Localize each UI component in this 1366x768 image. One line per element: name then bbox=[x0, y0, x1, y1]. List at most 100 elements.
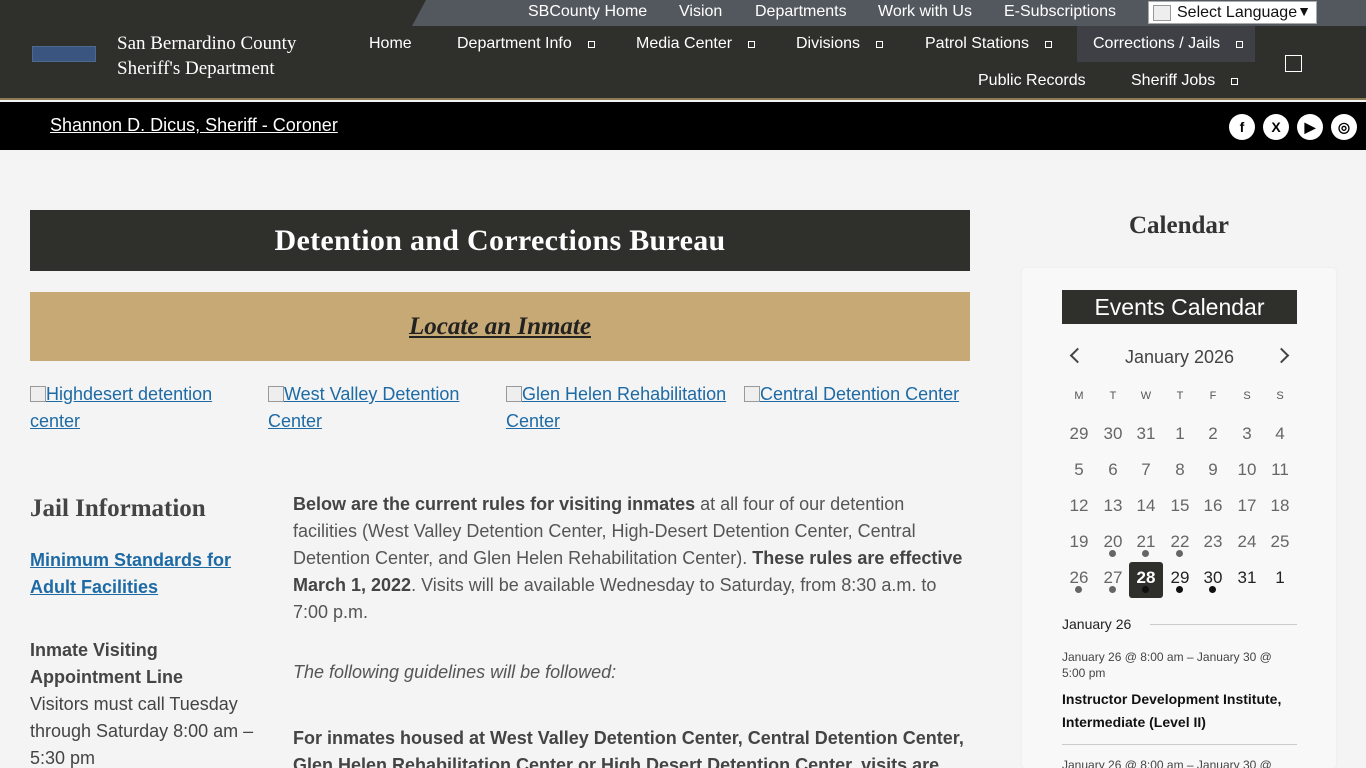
sheriff-logo[interactable] bbox=[32, 46, 96, 62]
calendar-day[interactable]: 4 bbox=[1263, 418, 1297, 454]
calendar-day[interactable]: 1 bbox=[1163, 418, 1197, 454]
day-number: 1 bbox=[1275, 568, 1285, 587]
calendar-day[interactable]: 30 bbox=[1096, 418, 1130, 454]
calendar-day[interactable]: 25 bbox=[1263, 526, 1297, 562]
facility-label: Glen Helen Rehabilitation Center bbox=[506, 384, 727, 431]
sbcounty-home-link[interactable]: SBCounty Home bbox=[528, 3, 647, 21]
nav-public-records[interactable]: Public Records bbox=[978, 63, 1086, 99]
day-number: 20 bbox=[1103, 532, 1123, 551]
nav-home[interactable]: Home bbox=[369, 26, 412, 62]
submenu-caret-icon[interactable] bbox=[876, 40, 884, 48]
event-title-link[interactable]: Instructor Development Institute, Interm… bbox=[1062, 688, 1297, 734]
calendar-day[interactable]: 7 bbox=[1129, 454, 1163, 490]
calendar-day[interactable]: 14 bbox=[1129, 490, 1163, 526]
calendar-day[interactable]: 20 bbox=[1096, 526, 1130, 562]
calendar-day[interactable]: 8 bbox=[1163, 454, 1197, 490]
nav-label: Patrol Stations bbox=[925, 35, 1030, 52]
nav-label: Public Records bbox=[978, 72, 1086, 89]
language-select[interactable]: Select Language ▼ bbox=[1148, 1, 1317, 24]
facebook-icon[interactable]: f bbox=[1229, 114, 1255, 140]
calendar-day[interactable]: 21 bbox=[1129, 526, 1163, 562]
day-number: 16 bbox=[1203, 496, 1223, 515]
submenu-caret-icon[interactable] bbox=[748, 40, 756, 48]
youtube-icon[interactable]: ▶ bbox=[1297, 114, 1323, 140]
day-number: 9 bbox=[1208, 460, 1218, 479]
calendar-day-today[interactable]: 28 bbox=[1129, 562, 1163, 598]
site-name[interactable]: San Bernardino County Sheriff's Departme… bbox=[117, 31, 337, 81]
day-number: 23 bbox=[1203, 532, 1223, 551]
language-select-label: Select Language bbox=[1177, 3, 1298, 21]
minimum-standards-link[interactable]: Minimum Standards for Adult Facilities bbox=[30, 547, 250, 601]
weekday-label: M bbox=[1074, 390, 1084, 402]
calendar-day[interactable]: 31 bbox=[1230, 562, 1264, 598]
event-indicator-dot bbox=[1075, 586, 1082, 593]
weekday-label: S bbox=[1276, 390, 1284, 402]
nav-patrol-stations[interactable]: Patrol Stations bbox=[925, 26, 1053, 62]
divider bbox=[1062, 744, 1297, 745]
calendar-day[interactable]: 24 bbox=[1230, 526, 1264, 562]
calendar-day[interactable]: 27 bbox=[1096, 562, 1130, 598]
sheriff-link[interactable]: Shannon D. Dicus, Sheriff - Coroner bbox=[50, 115, 338, 136]
submenu-caret-icon[interactable] bbox=[1231, 77, 1239, 85]
nav-label: Media Center bbox=[636, 35, 733, 52]
calendar-day[interactable]: 10 bbox=[1230, 454, 1264, 490]
calendar-day[interactable]: 12 bbox=[1062, 490, 1096, 526]
calendar-day[interactable]: 23 bbox=[1196, 526, 1230, 562]
calendar-day[interactable]: 16 bbox=[1196, 490, 1230, 526]
day-number: 24 bbox=[1237, 532, 1257, 551]
work-with-us-link[interactable]: Work with Us bbox=[878, 3, 972, 21]
day-number: 5 bbox=[1074, 460, 1084, 479]
calendar-day[interactable]: 1 bbox=[1263, 562, 1297, 598]
departments-link[interactable]: Departments bbox=[755, 3, 847, 21]
day-number: 28 bbox=[1136, 568, 1156, 587]
calendar-day[interactable]: 11 bbox=[1263, 454, 1297, 490]
calendar-day[interactable]: 29 bbox=[1163, 562, 1197, 598]
calendar-day[interactable]: 13 bbox=[1096, 490, 1130, 526]
event-indicator-dot bbox=[1176, 550, 1183, 557]
submenu-caret-icon[interactable] bbox=[587, 40, 595, 48]
calendar-day[interactable]: 5 bbox=[1062, 454, 1096, 490]
submenu-caret-icon[interactable] bbox=[1045, 40, 1053, 48]
calendar-day[interactable]: 26 bbox=[1062, 562, 1096, 598]
calendar-day[interactable]: 22 bbox=[1163, 526, 1197, 562]
calendar-day[interactable]: 19 bbox=[1062, 526, 1096, 562]
calendar-day[interactable]: 2 bbox=[1196, 418, 1230, 454]
language-icon bbox=[1153, 4, 1171, 21]
calendar-day[interactable]: 30 bbox=[1196, 562, 1230, 598]
facility-link-high-desert[interactable]: Highdesert detention center bbox=[30, 381, 250, 435]
calendar-day[interactable]: 31 bbox=[1129, 418, 1163, 454]
vision-link[interactable]: Vision bbox=[679, 3, 722, 21]
calendar-day[interactable]: 9 bbox=[1196, 454, 1230, 490]
locate-inmate-link[interactable]: Locate an Inmate bbox=[409, 313, 591, 341]
calendar-day[interactable]: 29 bbox=[1062, 418, 1096, 454]
day-number: 29 bbox=[1170, 568, 1190, 587]
event-indicator-dot bbox=[1176, 586, 1183, 593]
day-number: 21 bbox=[1136, 532, 1156, 551]
instagram-icon[interactable]: ◎ bbox=[1331, 114, 1357, 140]
calendar-day[interactable]: 17 bbox=[1230, 490, 1264, 526]
nav-department-info[interactable]: Department Info bbox=[457, 26, 595, 62]
facility-link-glen-helen[interactable]: Glen Helen Rehabilitation Center bbox=[506, 381, 732, 435]
nav-corrections-jails[interactable]: Corrections / Jails bbox=[1077, 26, 1256, 62]
nav-divisions[interactable]: Divisions bbox=[796, 26, 884, 62]
facility-link-central[interactable]: Central Detention Center bbox=[744, 381, 970, 408]
calendar-day[interactable]: 6 bbox=[1096, 454, 1130, 490]
day-number: 17 bbox=[1237, 496, 1257, 515]
nav-media-center[interactable]: Media Center bbox=[636, 26, 756, 62]
day-number: 31 bbox=[1136, 424, 1156, 443]
inmates-housing-paragraph: For inmates housed at West Valley Detent… bbox=[293, 728, 964, 768]
menu-toggle-icon[interactable] bbox=[1285, 55, 1302, 72]
submenu-caret-icon[interactable] bbox=[1236, 40, 1244, 48]
page-title: Detention and Corrections Bureau bbox=[274, 223, 726, 257]
visiting-rules-paragraph: Below are the current rules for visiting… bbox=[293, 491, 973, 626]
event-indicator-dot bbox=[1109, 550, 1116, 557]
facility-link-west-valley[interactable]: West Valley Detention Center bbox=[268, 381, 488, 435]
calendar-day[interactable]: 15 bbox=[1163, 490, 1197, 526]
calendar-day[interactable]: 3 bbox=[1230, 418, 1264, 454]
x-icon[interactable]: X bbox=[1263, 114, 1289, 140]
calendar-day[interactable]: 18 bbox=[1263, 490, 1297, 526]
nav-sheriff-jobs[interactable]: Sheriff Jobs bbox=[1131, 63, 1239, 99]
e-subscriptions-link[interactable]: E-Subscriptions bbox=[1004, 3, 1116, 21]
utility-bar: SBCounty Home Vision Departments Work wi… bbox=[0, 0, 1366, 26]
day-number: 4 bbox=[1275, 424, 1285, 443]
